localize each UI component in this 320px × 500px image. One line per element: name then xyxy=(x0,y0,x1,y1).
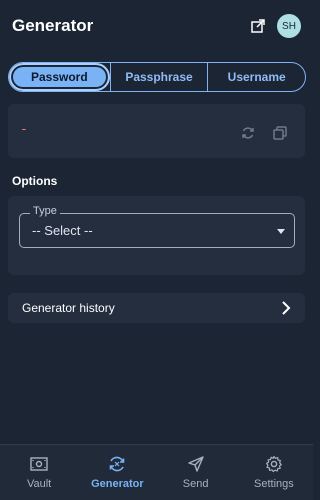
bottom-nav: Vault Generator Send Settings xyxy=(0,444,313,500)
toggle-password[interactable]: Password xyxy=(9,63,110,91)
type-select-value: -- Select -- xyxy=(32,223,93,238)
nav-label-generator: Generator xyxy=(91,478,144,490)
type-select[interactable]: Type -- Select -- xyxy=(19,205,295,248)
nav-item-generator[interactable]: Generator xyxy=(78,445,156,500)
popout-icon[interactable] xyxy=(251,19,265,33)
type-label: Type xyxy=(30,205,60,217)
generator-history-label: Generator history xyxy=(22,301,115,315)
options-card: Type -- Select -- xyxy=(8,196,305,275)
vault-icon xyxy=(30,457,48,471)
generated-value: - xyxy=(20,122,28,137)
toggle-passphrase[interactable]: Passphrase xyxy=(109,63,208,91)
generator-type-toggle: Password Passphrase Username xyxy=(8,62,306,92)
nav-label-send: Send xyxy=(182,478,209,490)
chevron-right-icon xyxy=(282,301,291,315)
generator-icon xyxy=(110,456,125,472)
nav-label-vault: Vault xyxy=(26,478,52,490)
nav-item-vault[interactable]: Vault xyxy=(0,445,78,500)
regenerate-icon[interactable] xyxy=(241,126,255,140)
nav-item-settings[interactable]: Settings xyxy=(235,445,313,500)
nav-item-send[interactable]: Send xyxy=(157,445,235,500)
avatar[interactable]: SH xyxy=(277,14,301,38)
generated-value-card: - xyxy=(8,104,305,158)
generator-history-link[interactable]: Generator history xyxy=(8,293,305,323)
page-title: Generator xyxy=(12,16,94,35)
toggle-username[interactable]: Username xyxy=(207,63,305,91)
copy-icon[interactable] xyxy=(273,126,287,140)
caret-down-icon xyxy=(277,229,285,234)
options-heading: Options xyxy=(12,174,58,188)
header-actions: SH xyxy=(251,14,301,38)
send-icon xyxy=(187,456,204,472)
nav-label-settings: Settings xyxy=(254,478,294,490)
header: Generator SH xyxy=(0,0,313,52)
gear-icon xyxy=(265,455,282,473)
